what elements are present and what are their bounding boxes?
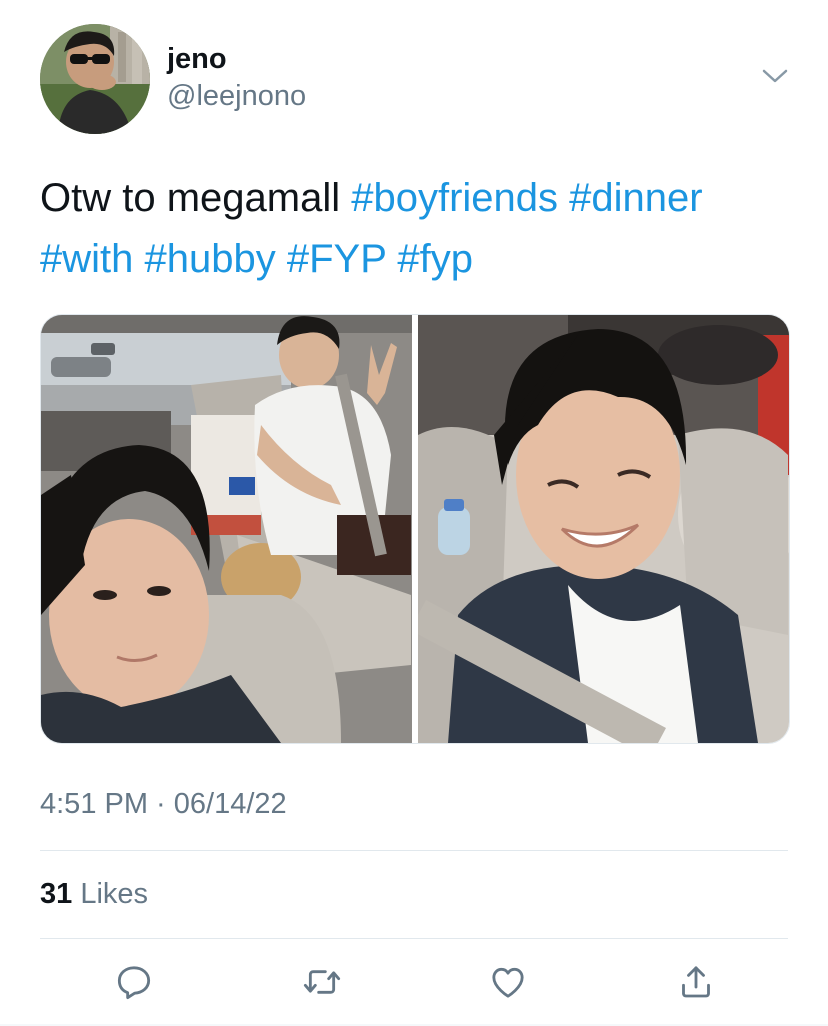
hashtag-link[interactable]: #FYP [287,237,386,281]
user-handle[interactable]: @leejnono [167,76,306,116]
retweet-icon [303,970,341,994]
hashtag-link[interactable]: #with [40,237,133,281]
share-button[interactable] [672,958,720,1006]
tweet-actions [40,958,788,1006]
retweet-button[interactable] [298,958,346,1006]
media-photo[interactable] [41,315,412,743]
selfie-photo-icon [41,315,412,743]
like-button[interactable] [484,958,532,1006]
divider [40,850,788,851]
display-name[interactable]: jeno [167,42,306,76]
tweet-header: jeno @leejnono [40,24,790,136]
selfie-photo-icon [418,315,789,743]
share-icon [682,966,710,998]
tweet-media [40,314,790,744]
author-info: jeno @leejnono [167,42,306,116]
heart-icon [492,967,524,998]
tweet-text: Otw to megamall #boyfriends #dinner #wit… [40,168,790,290]
likes-count: 31 [40,878,73,910]
likes-label: Likes [80,878,149,910]
media-photo[interactable] [418,315,789,743]
hashtag-link[interactable]: #fyp [397,237,473,281]
likes-stat[interactable]: 31 Likes [40,876,148,912]
hashtag-link[interactable]: #dinner [569,176,702,220]
avatar[interactable] [40,24,150,134]
hashtag-link[interactable]: #boyfriends [351,176,558,220]
reply-button[interactable] [110,958,158,1006]
tweet-timestamp[interactable]: 4:51 PM · 06/14/22 [40,786,287,822]
hashtag-link[interactable]: #hubby [145,237,276,281]
avatar-photo-icon [40,24,150,134]
divider [40,938,788,939]
tweet-text-plain: Otw to megamall [40,176,352,220]
chevron-down-icon[interactable] [761,66,789,86]
reply-icon [117,966,151,1000]
